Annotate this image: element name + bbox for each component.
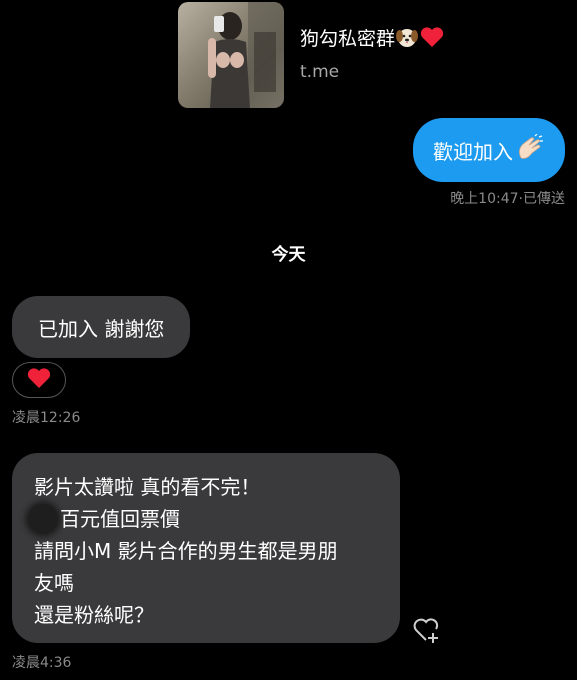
received-message-bubble[interactable]: 已加入 謝謝您 [12,296,191,358]
received-message-text: 已加入 謝謝您 [38,316,165,341]
preview-title: 狗勾私密群 [300,24,445,54]
add-reaction-icon[interactable] [412,616,442,644]
sent-message-status: ·已傳送 [518,191,565,207]
sent-message-text: 歡迎加入 [433,139,513,164]
preview-title-text: 狗勾私密群 [300,28,396,50]
message-line: 影片太讚啦 真的看不完！ [34,475,261,499]
received-message-bubble[interactable]: 影片太讚啦 真的看不完！ 百元值回票價 請問小M 影片合作的男生都是男朋 友嗎 … [12,453,400,643]
dog-face-icon [395,25,419,54]
message-reaction[interactable] [12,362,66,398]
sent-message-time: 晚上10:47 [450,191,519,207]
message-line: 還是粉絲呢？ [34,603,154,627]
preview-thumbnail[interactable] [178,2,284,108]
sent-message-meta: 晚上10:47·已傳送 [450,188,565,208]
red-heart-icon [419,25,445,54]
redacted-emoji-icon [28,503,58,534]
link-preview-card[interactable]: 狗勾私密群 t.me [178,2,478,110]
sent-message-bubble[interactable]: 歡迎加入 [413,118,565,182]
message-line: 百元值回票價 [60,507,180,531]
message-line: 請問小M 影片合作的男生都是男朋 [34,539,338,563]
preview-url[interactable]: t.me [300,62,339,82]
day-separator: 今天 [271,245,306,265]
received-message-time: 凌晨4:36 [12,655,72,671]
clapping-hands-icon [515,133,545,167]
red-heart-icon [26,366,52,394]
received-message-time: 凌晨12:26 [12,410,81,426]
message-line: 友嗎 [34,571,74,595]
message-line-row: 百元值回票價 [28,503,378,535]
